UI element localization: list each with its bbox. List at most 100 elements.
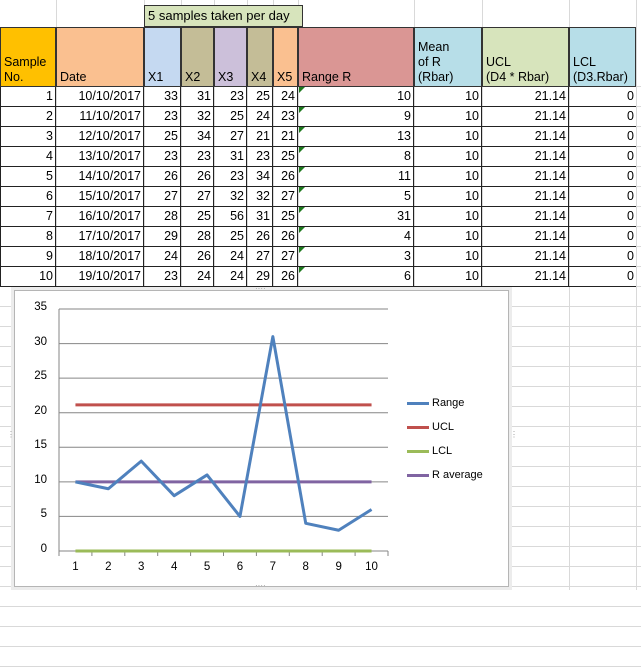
cell-x5[interactable]: 27 bbox=[273, 247, 298, 267]
cell-x3[interactable]: 31 bbox=[214, 147, 247, 167]
cell-x2[interactable]: 31 bbox=[181, 87, 214, 107]
cell-x2[interactable]: 26 bbox=[181, 167, 214, 187]
cell-x4[interactable]: 21 bbox=[247, 127, 273, 147]
cell-date[interactable]: 12/10/2017 bbox=[56, 127, 144, 147]
cell-x5[interactable]: 23 bbox=[273, 107, 298, 127]
cell-no[interactable]: 1 bbox=[0, 87, 56, 107]
cell-date[interactable]: 18/10/2017 bbox=[56, 247, 144, 267]
cell-range[interactable]: 31 bbox=[298, 207, 414, 227]
cell-ucl[interactable]: 21.14 bbox=[482, 267, 569, 287]
header-x5[interactable]: X5 bbox=[273, 27, 298, 87]
cell-x1[interactable]: 23 bbox=[144, 147, 181, 167]
cell-x2[interactable]: 32 bbox=[181, 107, 214, 127]
cell-x2[interactable]: 24 bbox=[181, 267, 214, 287]
cell-ucl[interactable]: 21.14 bbox=[482, 167, 569, 187]
cell-ucl[interactable]: 21.14 bbox=[482, 107, 569, 127]
cell-lcl[interactable]: 0 bbox=[569, 167, 636, 187]
cell-x3[interactable]: 23 bbox=[214, 167, 247, 187]
chart-resize-handle-right[interactable]: ⋮ bbox=[510, 431, 518, 439]
cell-ucl[interactable]: 21.14 bbox=[482, 227, 569, 247]
cell-rbar[interactable]: 10 bbox=[414, 167, 482, 187]
cell-rbar[interactable]: 10 bbox=[414, 247, 482, 267]
cell-no[interactable]: 3 bbox=[0, 127, 56, 147]
cell-no[interactable]: 2 bbox=[0, 107, 56, 127]
cell-x2[interactable]: 23 bbox=[181, 147, 214, 167]
cell-x5[interactable]: 21 bbox=[273, 127, 298, 147]
cell-x1[interactable]: 27 bbox=[144, 187, 181, 207]
header-lcl[interactable]: LCL (D3.Rbar) bbox=[569, 27, 636, 87]
cell-x1[interactable]: 26 bbox=[144, 167, 181, 187]
cell-x2[interactable]: 28 bbox=[181, 227, 214, 247]
cell-x2[interactable]: 34 bbox=[181, 127, 214, 147]
cell-date[interactable]: 10/10/2017 bbox=[56, 87, 144, 107]
cell-range[interactable]: 6 bbox=[298, 267, 414, 287]
cell-rbar[interactable]: 10 bbox=[414, 227, 482, 247]
cell-lcl[interactable]: 0 bbox=[569, 207, 636, 227]
cell-x5[interactable]: 24 bbox=[273, 87, 298, 107]
cell-x1[interactable]: 28 bbox=[144, 207, 181, 227]
chart-resize-handle-bottom[interactable]: ···· bbox=[255, 582, 266, 590]
cell-date[interactable]: 14/10/2017 bbox=[56, 167, 144, 187]
cell-x4[interactable]: 25 bbox=[247, 87, 273, 107]
cell-x1[interactable]: 29 bbox=[144, 227, 181, 247]
cell-lcl[interactable]: 0 bbox=[569, 127, 636, 147]
cell-no[interactable]: 8 bbox=[0, 227, 56, 247]
cell-rbar[interactable]: 10 bbox=[414, 87, 482, 107]
header-range[interactable]: Range R bbox=[298, 27, 414, 87]
cell-no[interactable]: 5 bbox=[0, 167, 56, 187]
cell-x1[interactable]: 25 bbox=[144, 127, 181, 147]
cell-x3[interactable]: 25 bbox=[214, 107, 247, 127]
cell-x2[interactable]: 27 bbox=[181, 187, 214, 207]
cell-ucl[interactable]: 21.14 bbox=[482, 127, 569, 147]
cell-rbar[interactable]: 10 bbox=[414, 267, 482, 287]
cell-range[interactable]: 3 bbox=[298, 247, 414, 267]
header-x3[interactable]: X3 bbox=[214, 27, 247, 87]
legend-item-r-average[interactable]: R average bbox=[407, 469, 483, 481]
cell-date[interactable]: 11/10/2017 bbox=[56, 107, 144, 127]
cell-range[interactable]: 11 bbox=[298, 167, 414, 187]
header-x2[interactable]: X2 bbox=[181, 27, 214, 87]
cell-x2[interactable]: 26 bbox=[181, 247, 214, 267]
cell-x1[interactable]: 24 bbox=[144, 247, 181, 267]
cell-rbar[interactable]: 10 bbox=[414, 207, 482, 227]
cell-x4[interactable]: 34 bbox=[247, 167, 273, 187]
cell-rbar[interactable]: 10 bbox=[414, 107, 482, 127]
cell-ucl[interactable]: 21.14 bbox=[482, 187, 569, 207]
cell-x5[interactable]: 26 bbox=[273, 267, 298, 287]
cell-x4[interactable]: 32 bbox=[247, 187, 273, 207]
cell-date[interactable]: 16/10/2017 bbox=[56, 207, 144, 227]
cell-x5[interactable]: 26 bbox=[273, 167, 298, 187]
header-x4[interactable]: X4 bbox=[247, 27, 273, 87]
cell-rbar[interactable]: 10 bbox=[414, 147, 482, 167]
cell-date[interactable]: 17/10/2017 bbox=[56, 227, 144, 247]
cell-rbar[interactable]: 10 bbox=[414, 127, 482, 147]
cell-lcl[interactable]: 0 bbox=[569, 247, 636, 267]
cell-x4[interactable]: 26 bbox=[247, 227, 273, 247]
cell-range[interactable]: 13 bbox=[298, 127, 414, 147]
header-date[interactable]: Date bbox=[56, 27, 144, 87]
cell-x3[interactable]: 25 bbox=[214, 227, 247, 247]
cell-range[interactable]: 9 bbox=[298, 107, 414, 127]
cell-no[interactable]: 7 bbox=[0, 207, 56, 227]
cell-lcl[interactable]: 0 bbox=[569, 187, 636, 207]
cell-x3[interactable]: 27 bbox=[214, 127, 247, 147]
cell-x3[interactable]: 32 bbox=[214, 187, 247, 207]
cell-x1[interactable]: 23 bbox=[144, 107, 181, 127]
cell-date[interactable]: 19/10/2017 bbox=[56, 267, 144, 287]
cell-x4[interactable]: 24 bbox=[247, 107, 273, 127]
cell-ucl[interactable]: 21.14 bbox=[482, 87, 569, 107]
range-control-chart[interactable]: 0 5 10 15 20 25 30 35 1 2 3 4 5 6 7 8 9 10 Range UCL LCL R av… bbox=[7, 285, 518, 590]
cell-lcl[interactable]: 0 bbox=[569, 227, 636, 247]
header-x1[interactable]: X1 bbox=[144, 27, 181, 87]
banner-cell[interactable]: 5 samples taken per day bbox=[144, 5, 303, 27]
cell-ucl[interactable]: 21.14 bbox=[482, 147, 569, 167]
cell-range[interactable]: 5 bbox=[298, 187, 414, 207]
cell-date[interactable]: 13/10/2017 bbox=[56, 147, 144, 167]
cell-x4[interactable]: 23 bbox=[247, 147, 273, 167]
cell-x5[interactable]: 27 bbox=[273, 187, 298, 207]
cell-rbar[interactable]: 10 bbox=[414, 187, 482, 207]
cell-ucl[interactable]: 21.14 bbox=[482, 207, 569, 227]
cell-x5[interactable]: 25 bbox=[273, 207, 298, 227]
cell-x3[interactable]: 23 bbox=[214, 87, 247, 107]
cell-range[interactable]: 8 bbox=[298, 147, 414, 167]
